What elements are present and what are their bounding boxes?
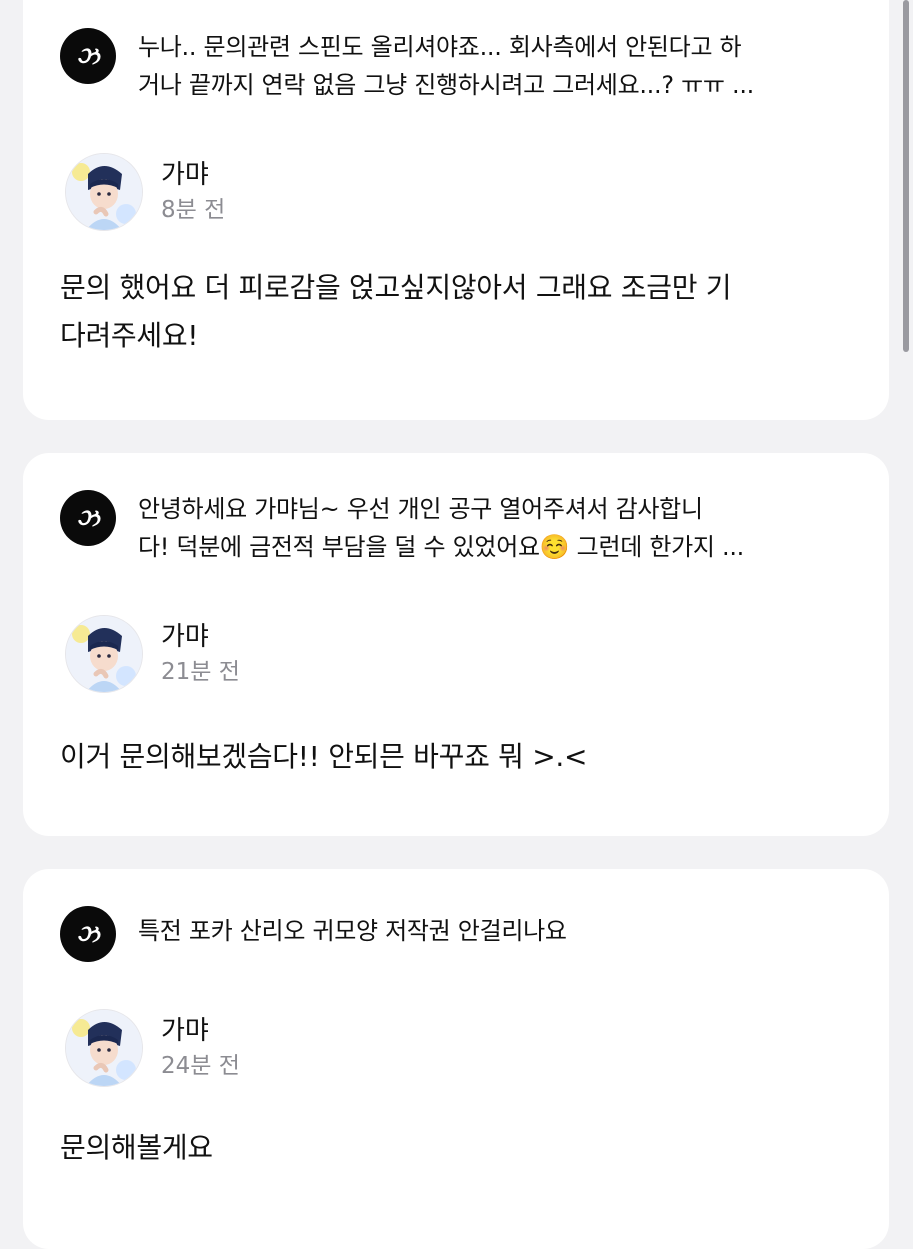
post-time: 21분 전 [161,659,240,685]
post-time: 24분 전 [161,1053,240,1079]
answer-text: 문의 했어요 더 피로감을 얹고싶지않아서 그래요 조금만 기 다려주세요! [60,271,732,352]
answer-text: 이거 문의해보겠슴다!! 안되믄 바꾸죠 뭐 >.< [60,740,588,773]
qa-card[interactable]: ઝ 안녕하세요 가먀님~ 우선 개인 공구 열어주셔서 감사합니 다! 덕분에 … [23,453,889,836]
question-text: 특전 포카 산리오 귀모양 저작권 안걸리나요 [138,917,567,945]
question-text: 누나.. 문의관련 스핀도 올리셔야죠... 회사측에서 안된다고 하 거나 끝… [138,33,754,99]
avatar[interactable] [65,153,143,231]
svg-text:ઝ: ઝ [77,503,102,532]
question-row[interactable]: ઝ 누나.. 문의관련 스핀도 올리셔야죠... 회사측에서 안된다고 하 거나… [60,28,849,104]
answer-author[interactable]: 가먀 21분 전 [65,615,240,693]
question-text: 안녕하세요 가먀님~ 우선 개인 공구 열어주셔서 감사합니 다! 덕분에 금전… [138,495,745,561]
author-name: 가먀 [161,1016,209,1046]
post-time: 8분 전 [161,197,226,223]
author-name: 가먀 [161,622,209,652]
qa-card[interactable]: ઝ 특전 포카 산리오 귀모양 저작권 안걸리나요 가먀 24분 전 문의해볼게… [23,869,889,1249]
question-logo-icon: ઝ [60,906,116,962]
answer-text: 문의해볼게요 [60,1131,213,1164]
question-logo-icon: ઝ [60,490,116,546]
answer-author[interactable]: 가먀 24분 전 [65,1009,240,1087]
svg-text:ઝ: ઝ [77,919,102,948]
svg-text:ઝ: ઝ [77,41,102,70]
answer-author[interactable]: 가먀 8분 전 [65,153,225,231]
question-row[interactable]: ઝ 안녕하세요 가먀님~ 우선 개인 공구 열어주셔서 감사합니 다! 덕분에 … [60,490,849,566]
qa-card[interactable]: ઝ 누나.. 문의관련 스핀도 올리셔야죠... 회사측에서 안된다고 하 거나… [23,0,889,420]
scrollbar[interactable] [903,0,909,352]
author-name: 가먀 [161,160,209,190]
avatar[interactable] [65,615,143,693]
avatar[interactable] [65,1009,143,1087]
question-row[interactable]: ઝ 특전 포카 산리오 귀모양 저작권 안걸리나요 [60,906,849,962]
question-logo-icon: ઝ [60,28,116,84]
